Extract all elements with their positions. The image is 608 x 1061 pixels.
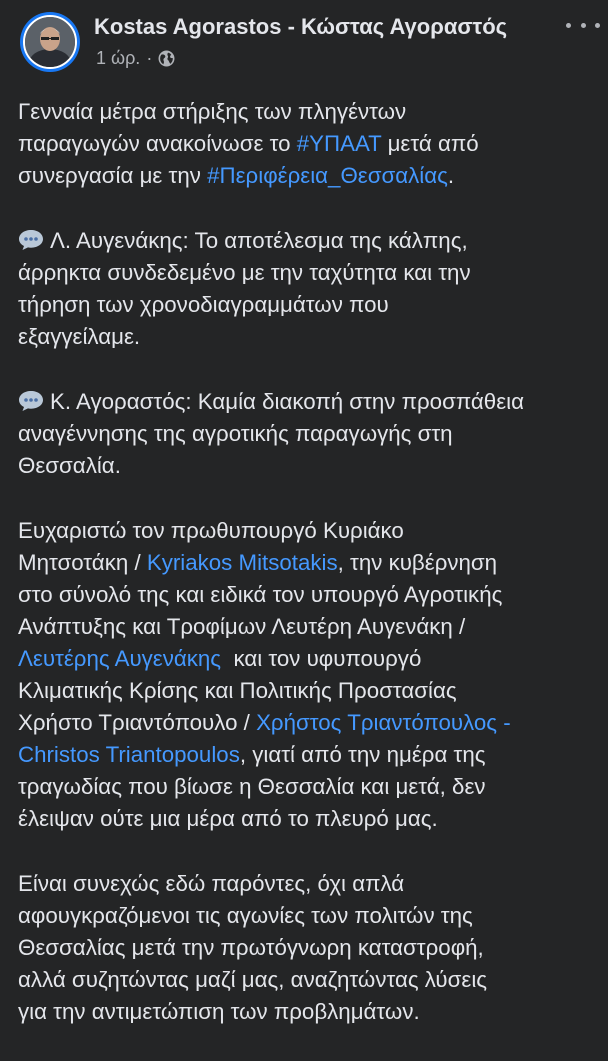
more-options-button[interactable]	[566, 18, 600, 32]
text-segment: Κ. Αγοραστός: Καμία διακοπή στην προσπάθ…	[50, 389, 524, 414]
text-line: Κλιματικής Κρίσης και Πολιτικής Προστασί…	[18, 678, 457, 703]
text-line: παραγωγών ανακοίνωσε το #ΥΠΑΑΤ μετά από	[18, 128, 604, 160]
meta-separator: ·	[146, 48, 153, 68]
text-line: εξαγγείλαμε.	[18, 324, 141, 349]
paragraph-1: Γενναία μέτρα στήριξης των πληγέντων παρ…	[18, 96, 604, 192]
text-segment: , γιατί από την ημέρα της	[239, 742, 486, 767]
mention-kyriakos-mitsotakis-link[interactable]: Kyriakos Mitsotakis	[147, 550, 338, 575]
mention-christos-triantopoulos-link-continued[interactable]: Christos Triantopoulos	[18, 742, 240, 767]
post-body: Γενναία μέτρα στήριξης των πληγέντων παρ…	[18, 96, 604, 1061]
paragraph-2: Λ. Αυγενάκης: Το αποτέλεσμα της κάλπης, …	[18, 225, 604, 353]
text-line: συνεργασία με την #Περιφέρεια_Θεσσαλίας.	[18, 160, 604, 192]
post-meta: 1 ώρ. ·	[96, 48, 175, 69]
facebook-post: Kostas Agorastos - Κώστας Αγοραστός 1 ώρ…	[0, 0, 608, 1038]
avatar-photo	[23, 15, 77, 69]
hashtag-perifereia-thessalias-link[interactable]: #Περιφέρεια_Θεσσαλίας	[207, 163, 448, 188]
text-segment: παραγωγών ανακοίνωσε το	[18, 131, 297, 156]
text-line: Χρήστο Τριαντόπουλο / Χρήστος Τριαντόπου…	[18, 707, 604, 739]
text-segment: Μητσοτάκη /	[18, 550, 147, 575]
text-line: στο σύνολό της και ειδικά τον υπουργό Αγ…	[18, 582, 503, 607]
text-line: αφουγκραζόμενοι τις αγωνίες των πολιτών …	[18, 903, 473, 928]
more-options-icon	[566, 22, 571, 28]
text-segment: μετά από	[381, 131, 479, 156]
more-options-icon-dot	[595, 22, 600, 28]
text-line: Christos Triantopoulos, γιατί από την ημ…	[18, 739, 604, 771]
paragraph-5: Είναι συνεχώς εδώ παρόντες, όχι απλά αφο…	[18, 868, 604, 1028]
text-line: Γενναία μέτρα στήριξης των πληγέντων	[18, 99, 407, 124]
speech-bubble-icon	[19, 391, 43, 411]
post-header: Kostas Agorastos - Κώστας Αγοραστός 1 ώρ…	[0, 0, 608, 80]
text-line: Θεσσαλίας μετά την πρωτόγνωρη καταστροφή…	[18, 935, 484, 960]
text-line: Μητσοτάκη / Kyriakos Mitsotakis, την κυβ…	[18, 547, 604, 579]
text-line: Λευτέρης Αυγενάκης και τον υφυπουργό	[18, 643, 604, 675]
text-line: Κ. Αγοραστός: Καμία διακοπή στην προσπάθ…	[18, 386, 604, 418]
speech-bubble-icon	[19, 230, 43, 250]
text-line: για την αντιμετώπιση των προβλημάτων.	[18, 999, 420, 1024]
globe-icon	[158, 50, 175, 67]
more-options-icon-dot	[580, 22, 586, 28]
text-line: έλειψαν ούτε μια μέρα από το πλευρό μας.	[18, 806, 438, 831]
text-line: Ευχαριστώ τον πρωθυπουργό Κυριάκο	[18, 518, 404, 543]
text-segment: και τον υφυπουργό	[221, 646, 422, 671]
text-segment: Χρήστο Τριαντόπουλο /	[18, 710, 257, 735]
post-time[interactable]: 1 ώρ.	[96, 48, 140, 69]
text-line: Θεσσαλία.	[18, 453, 121, 478]
text-segment: , την κυβέρνηση	[337, 550, 498, 575]
person-icon	[25, 17, 75, 67]
text-segment: Λ. Αυγενάκης: Το αποτέλεσμα της κάλπης,	[50, 228, 468, 253]
paragraph-3: Κ. Αγοραστός: Καμία διακοπή στην προσπάθ…	[18, 386, 604, 482]
text-line: τραγωδίας που βίωσε η Θεσσαλία και μετά,…	[18, 774, 486, 799]
mention-lefteris-avgenakis-link[interactable]: Λευτέρης Αυγενάκης	[18, 646, 221, 671]
text-line: άρρηκτα συνδεδεμένο με την ταχύτητα και …	[18, 260, 471, 285]
text-line: αναγέννησης της αγροτικής παραγωγής στη	[18, 421, 453, 446]
hashtag-ypaat-link[interactable]: #ΥΠΑΑΤ	[297, 131, 382, 156]
text-line: Ανάπτυξης και Τροφίμων Λευτέρη Αυγενάκη …	[18, 614, 466, 639]
author-name[interactable]: Kostas Agorastos - Κώστας Αγοραστός	[94, 14, 507, 40]
text-line: Λ. Αυγενάκης: Το αποτέλεσμα της κάλπης,	[18, 225, 604, 257]
text-segment: συνεργασία με την	[18, 163, 208, 188]
text-line: Είναι συνεχώς εδώ παρόντες, όχι απλά	[18, 871, 405, 896]
text-line: τήρηση των χρονοδιαγραμμάτων που	[18, 292, 389, 317]
avatar[interactable]	[20, 12, 80, 72]
text-line: αλλά συζητώντας μαζί μας, αναζητώντας λύ…	[18, 967, 488, 992]
paragraph-4: Ευχαριστώ τον πρωθυπουργό Κυριάκο Μητσοτ…	[18, 515, 604, 835]
mention-christos-triantopoulos-link[interactable]: Χρήστος Τριαντόπουλος -	[256, 710, 511, 735]
text-segment: .	[447, 163, 455, 188]
